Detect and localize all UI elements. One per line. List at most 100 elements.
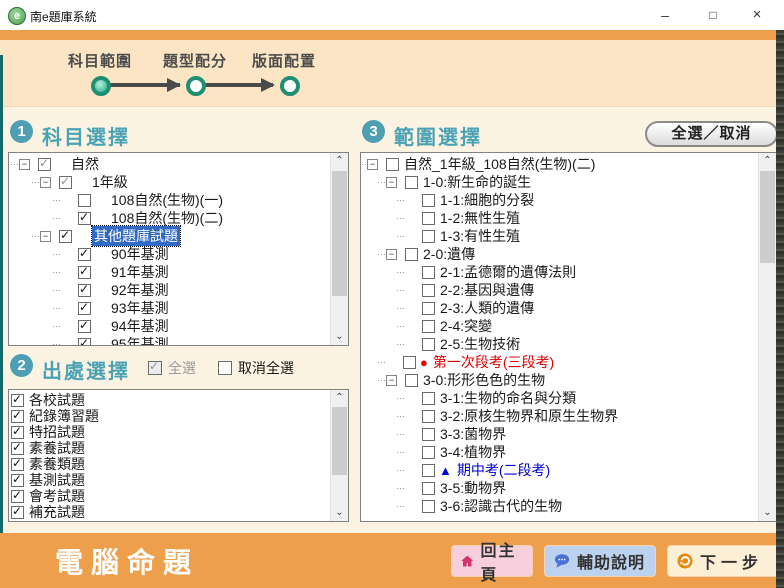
- tree-item[interactable]: 3-3:菌物界: [361, 425, 759, 443]
- tree-item[interactable]: −1-0:新生命的誕生: [361, 173, 759, 191]
- checkbox[interactable]: [78, 284, 91, 297]
- tree-item[interactable]: 3-1:生物的命名與分類: [361, 389, 759, 407]
- tree-item[interactable]: 1-3:有性生殖: [361, 227, 759, 245]
- tree-item-label[interactable]: 3-2:原核生物界和原生生物界: [440, 406, 618, 426]
- checkbox[interactable]: [11, 410, 24, 423]
- checkbox[interactable]: [422, 500, 435, 513]
- checkbox[interactable]: [405, 374, 418, 387]
- expander-icon[interactable]: −: [40, 177, 51, 188]
- tree-item[interactable]: 2-2:基因與遺傳: [361, 281, 759, 299]
- tree-item[interactable]: 108自然(生物)(一): [9, 191, 331, 209]
- expander-icon[interactable]: −: [367, 159, 378, 170]
- checkbox[interactable]: [405, 176, 418, 189]
- checkbox[interactable]: [422, 428, 435, 441]
- scrollbar[interactable]: ⌃ ⌄: [330, 390, 348, 521]
- tree-item-label[interactable]: 93年基測: [111, 298, 169, 318]
- tree-item-label[interactable]: 3-0:形形色色的生物: [423, 370, 545, 390]
- tree-item-label[interactable]: 3-6:認識古代的生物: [440, 496, 562, 516]
- checkbox[interactable]: [218, 361, 232, 375]
- expander-icon[interactable]: −: [386, 177, 397, 188]
- tree-item[interactable]: 95年基測: [9, 335, 331, 346]
- tree-item[interactable]: 2-1:孟德爾的遺傳法則: [361, 263, 759, 281]
- checkbox[interactable]: [78, 194, 91, 207]
- checkbox[interactable]: [422, 482, 435, 495]
- tree-item[interactable]: 2-5:生物技術: [361, 335, 759, 353]
- tree-item[interactable]: 3-2:原核生物界和原生生物界: [361, 407, 759, 425]
- tree-item-label[interactable]: 1年級: [92, 172, 128, 192]
- tree-item-label[interactable]: 108自然(生物)(一): [111, 190, 223, 210]
- scroll-up-icon[interactable]: ⌃: [759, 153, 776, 169]
- tree-item-label[interactable]: 3-4:植物界: [440, 442, 506, 462]
- expander-icon[interactable]: −: [40, 231, 51, 242]
- tree-item[interactable]: 2-3:人類的遺傳: [361, 299, 759, 317]
- tree-item-label[interactable]: 92年基測: [111, 280, 169, 300]
- scroll-down-icon[interactable]: ⌄: [331, 505, 348, 521]
- checkbox[interactable]: [422, 410, 435, 423]
- expander-icon[interactable]: −: [19, 159, 30, 170]
- scrollbar-thumb[interactable]: [332, 407, 347, 475]
- tree-item[interactable]: 92年基測: [9, 281, 331, 299]
- tree-item[interactable]: 90年基測: [9, 245, 331, 263]
- tree-item-label[interactable]: 3-1:生物的命名與分類: [440, 388, 576, 408]
- checkbox[interactable]: [59, 176, 72, 189]
- tree-item-label[interactable]: 3-5:動物界: [440, 478, 506, 498]
- tree-item[interactable]: 2-4:突變: [361, 317, 759, 335]
- tree-item[interactable]: − 自然_1年級_108自然(生物)(二): [361, 155, 759, 173]
- tree-item-label[interactable]: 2-5:生物技術: [440, 334, 520, 354]
- checkbox[interactable]: [59, 230, 72, 243]
- checkbox[interactable]: [422, 392, 435, 405]
- tree-item-label[interactable]: 94年基測: [111, 316, 169, 336]
- checkbox[interactable]: [422, 302, 435, 315]
- checkbox[interactable]: [422, 464, 435, 477]
- tree-item[interactable]: − 3-0:形形色色的生物: [361, 371, 759, 389]
- tree-item-label[interactable]: 其他題庫試題: [92, 226, 180, 246]
- checkbox[interactable]: [403, 356, 416, 369]
- checkbox[interactable]: [422, 212, 435, 225]
- checkbox[interactable]: [405, 248, 418, 261]
- checkbox[interactable]: [422, 446, 435, 459]
- checkbox[interactable]: [78, 320, 91, 333]
- checkbox[interactable]: [78, 266, 91, 279]
- help-button[interactable]: 輔助說明: [545, 546, 655, 576]
- checkbox[interactable]: [11, 458, 24, 471]
- tree-item-label[interactable]: 2-2:基因與遺傳: [440, 280, 534, 300]
- tree-item-label[interactable]: 2-3:人類的遺傳: [440, 298, 534, 318]
- checkbox[interactable]: [11, 442, 24, 455]
- scrollbar-thumb[interactable]: [332, 171, 347, 296]
- tree-item[interactable]: − 其他題庫試題: [9, 227, 331, 245]
- tree-item-label[interactable]: 2-4:突變: [440, 316, 492, 336]
- checkbox[interactable]: [78, 248, 91, 261]
- tree-item-label[interactable]: 1-1:細胞的分裂: [440, 190, 534, 210]
- tree-item[interactable]: − 2-0:遺傳: [361, 245, 759, 263]
- expander-icon[interactable]: −: [386, 375, 397, 386]
- tree-item-label[interactable]: 1-2:無性生殖: [440, 208, 520, 228]
- tree-item-label[interactable]: 108自然(生物)(二): [111, 208, 223, 228]
- tree-item[interactable]: 108自然(生物)(二): [9, 209, 331, 227]
- tree-item[interactable]: 1-1:細胞的分裂: [361, 191, 759, 209]
- tree-item[interactable]: ▲期中考(二段考): [361, 461, 759, 479]
- tree-item[interactable]: 3-6:認識古代的生物: [361, 497, 759, 515]
- select-all-checkbox[interactable]: 全選: [148, 358, 196, 378]
- tree-item-label[interactable]: 第一次段考(三段考): [433, 352, 554, 372]
- tree-item[interactable]: −自然: [9, 155, 331, 173]
- tree-item-label[interactable]: 期中考(二段考): [457, 460, 550, 480]
- checkbox[interactable]: [78, 302, 91, 315]
- tree-item[interactable]: 3-4:植物界: [361, 443, 759, 461]
- tree-item-label[interactable]: 1-3:有性生殖: [440, 226, 520, 246]
- checkbox[interactable]: [11, 394, 24, 407]
- tree-item-label[interactable]: 2-0:遺傳: [423, 244, 475, 264]
- maximize-button[interactable]: □: [696, 0, 730, 30]
- checkbox[interactable]: [422, 338, 435, 351]
- close-button[interactable]: ×: [740, 0, 774, 30]
- scroll-down-icon[interactable]: ⌄: [759, 505, 776, 521]
- scrollbar[interactable]: ⌃ ⌄: [758, 153, 776, 521]
- tree-item-label[interactable]: 自然_1年級_108自然(生物)(二): [404, 154, 595, 174]
- checkbox[interactable]: [422, 266, 435, 279]
- tree-item[interactable]: 93年基測: [9, 299, 331, 317]
- checkbox[interactable]: [148, 361, 162, 375]
- scrollbar[interactable]: ⌃ ⌄: [330, 153, 348, 345]
- checkbox[interactable]: [422, 194, 435, 207]
- expander-icon[interactable]: −: [386, 249, 397, 260]
- next-step-button[interactable]: 下一步: [668, 546, 778, 576]
- scroll-up-icon[interactable]: ⌃: [331, 153, 348, 169]
